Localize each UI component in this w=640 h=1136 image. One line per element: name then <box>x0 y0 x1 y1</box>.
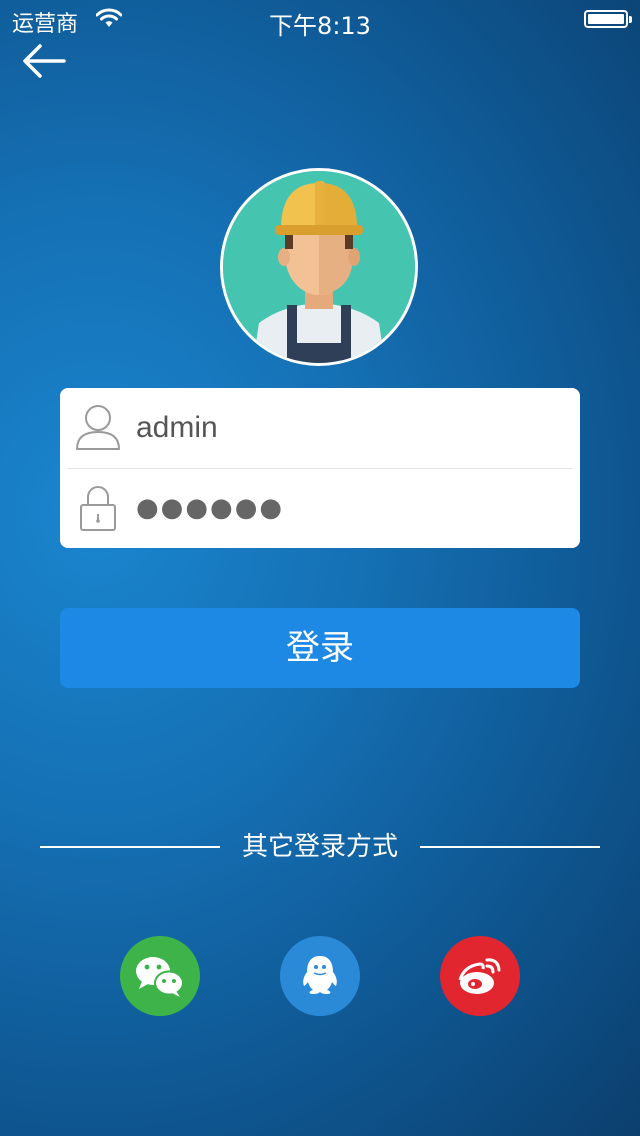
password-input[interactable]: ●●●●●● <box>136 488 556 528</box>
battery-icon <box>584 10 632 28</box>
status-time: 下午8:13 <box>269 12 371 40</box>
user-icon <box>74 402 124 454</box>
worker-avatar-icon <box>223 171 415 363</box>
login-button[interactable]: 登录 <box>60 608 580 688</box>
username-field <box>60 388 580 468</box>
avatar <box>220 168 418 366</box>
weibo-login-button[interactable] <box>440 936 520 1016</box>
username-input[interactable] <box>136 406 556 450</box>
status-bar: 运营商 下午8:13 <box>0 0 640 40</box>
other-login-divider: 其它登录方式 <box>40 830 600 864</box>
qq-login-button[interactable] <box>280 936 360 1016</box>
qq-icon <box>303 956 337 994</box>
arrow-left-icon <box>23 44 66 78</box>
divider-line-right <box>420 846 600 848</box>
password-field: ●●●●●● <box>60 468 580 548</box>
wechat-icon <box>136 957 184 997</box>
login-form: ●●●●●● <box>60 388 580 548</box>
weibo-icon <box>458 958 501 994</box>
wechat-login-button[interactable] <box>120 936 200 1016</box>
lock-icon <box>74 482 124 534</box>
back-button[interactable] <box>20 40 70 82</box>
